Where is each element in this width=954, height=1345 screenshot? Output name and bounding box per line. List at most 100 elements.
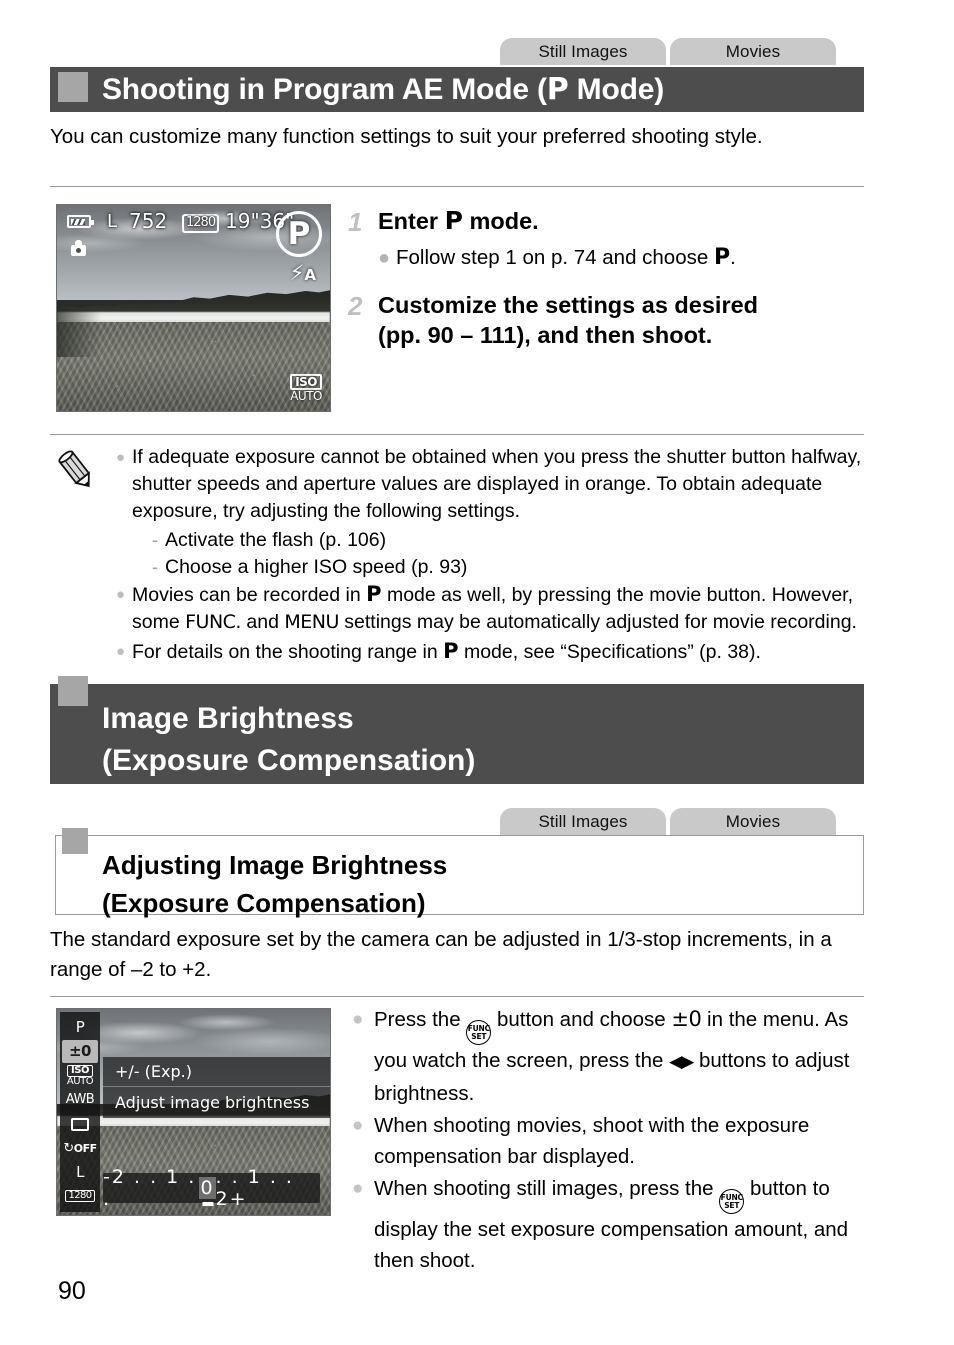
func-set-button-icon: FUNC SET xyxy=(466,1020,492,1045)
camera-icon xyxy=(71,240,86,256)
func-item-white-balance[interactable]: AWB xyxy=(62,1088,98,1111)
tab-movies[interactable]: Movies xyxy=(670,808,836,835)
title-prefix: Shooting in Program AE Mode ( xyxy=(102,73,547,106)
func-item-movie-quality[interactable]: 1280 xyxy=(62,1185,98,1208)
p-mode-symbol: P xyxy=(443,639,459,663)
func-item-label: P xyxy=(75,1018,85,1036)
manual-page: Still Images Movies Shooting in Program … xyxy=(0,0,954,1345)
func-item-image-size[interactable]: L xyxy=(62,1161,98,1184)
note-bullet-icon: ● xyxy=(116,586,126,603)
divider-1 xyxy=(50,186,864,187)
p-mode-symbol: P xyxy=(444,206,463,235)
note-block: ● If adequate exposure cannot be obtaine… xyxy=(54,444,866,668)
lcd-left-trees xyxy=(57,308,101,358)
tab-label: Still Images xyxy=(538,41,628,61)
p-mode-symbol: P xyxy=(366,582,382,606)
func-item-mode[interactable]: P xyxy=(62,1016,98,1039)
lcd-flash-auto-letter: A xyxy=(304,266,316,284)
subsection-marker-square xyxy=(62,828,88,854)
func-set-button-icon: FUNC SET xyxy=(719,1189,745,1214)
func-tooltip-desc: Adjust image brightness xyxy=(115,1093,310,1112)
lcd-iso-indicator: ISO AUTO xyxy=(290,373,322,404)
step-list: 1 Enter P mode. ● Follow step 1 on p. 74… xyxy=(348,206,864,350)
camera-lcd-screenshot-program-mode: L 752 1280 19"36" P ⚡A ISO AUTO xyxy=(56,204,331,412)
exposure-compensation-bar[interactable]: -2 . . 1 . .0. . 1 . . 2+ xyxy=(103,1166,320,1210)
title-marker-square xyxy=(58,71,88,102)
tab-label: Movies xyxy=(725,41,781,61)
subsection-line-1: Adjusting Image Brightness xyxy=(102,850,448,880)
section1-tab-row: Still Images Movies xyxy=(500,38,836,65)
step-title-line1: Customize the settings as desired xyxy=(378,291,759,318)
func-tooltip: +/- (Exp.) Adjust image brightness xyxy=(103,1057,330,1118)
detail-post: . xyxy=(730,245,736,269)
title-suffix: Mode) xyxy=(568,73,665,106)
instruction-text-a: When shooting still images, press the xyxy=(374,1177,720,1200)
bullet-dot-icon: ● xyxy=(378,246,391,269)
tab-still-images[interactable]: Still Images xyxy=(500,38,666,65)
note-item-2: ● Movies can be recorded in P mode as we… xyxy=(116,581,866,636)
step-title: Enter P mode. xyxy=(378,206,539,239)
lcd-image-quality: L xyxy=(107,211,118,232)
step-1: 1 Enter P mode. xyxy=(348,206,864,239)
bullet-dot-icon: ● xyxy=(352,1178,364,1199)
tab-movies[interactable]: Movies xyxy=(670,38,836,65)
section2-banner-text: Image Brightness (Exposure Compensation) xyxy=(102,698,475,782)
chapter-title-bar: Shooting in Program AE Mode (P Mode) xyxy=(50,67,864,112)
lcd-shots-remaining: 752 xyxy=(129,209,168,233)
section2-banner: Image Brightness (Exposure Compensation) xyxy=(50,676,864,784)
note-item-2-text: Movies can be recorded in P mode as well… xyxy=(132,581,866,636)
bullet-dot-icon: ● xyxy=(352,1009,364,1030)
func-item-label: OFF xyxy=(73,1141,97,1155)
step-1-detail: ● Follow step 1 on p. 74 and choose P. xyxy=(378,244,864,272)
pencil-icon xyxy=(58,450,91,488)
lcd-mode-symbol: P xyxy=(276,211,322,257)
divider-2 xyxy=(50,434,864,435)
battery-icon xyxy=(67,215,94,228)
step-number: 1 xyxy=(348,207,363,237)
func-item-drive-mode[interactable] xyxy=(62,1113,98,1136)
func-item-self-timer[interactable]: ↻ OFF xyxy=(62,1137,98,1160)
func-label: FUNC. xyxy=(185,611,241,633)
note-item-1-text: If adequate exposure cannot be obtained … xyxy=(132,446,862,522)
tab-label: Still Images xyxy=(538,811,628,831)
section1-intro: You can customize many function settings… xyxy=(50,125,763,148)
note-item-3-text: For details on the shooting range in P m… xyxy=(132,638,866,666)
step-title-pre: Enter xyxy=(378,208,445,234)
instruction-3-text: When shooting still images, press the FU… xyxy=(374,1173,857,1276)
func-item-exposure[interactable]: ±0 xyxy=(62,1040,98,1064)
func-item-label: ±0 xyxy=(68,1042,92,1061)
lcd-flash-mode: ⚡A xyxy=(289,261,316,285)
note-text-d: settings may be automatically adjusted f… xyxy=(338,611,857,633)
page-title: Shooting in Program AE Mode (P Mode) xyxy=(102,72,664,107)
instruction-2: ● When shooting movies, shoot with the e… xyxy=(352,1110,857,1172)
page-number: 90 xyxy=(58,1277,86,1305)
lcd-movie-quality: 1280 xyxy=(182,214,220,233)
single-shot-icon xyxy=(71,1117,89,1131)
tab-label: Movies xyxy=(725,811,781,831)
note-item-1: ● If adequate exposure cannot be obtaine… xyxy=(116,444,866,525)
banner-line-1: Image Brightness xyxy=(102,702,354,735)
note-subitem-2-text: Choose a higher ISO speed (p. 93) xyxy=(165,556,468,578)
func-iso-value: AUTO xyxy=(66,1075,94,1087)
step-number: 2 xyxy=(348,290,363,321)
note-list: ● If adequate exposure cannot be obtaine… xyxy=(116,444,866,666)
subsection-header-text: Adjusting Image Brightness (Exposure Com… xyxy=(102,846,447,922)
instruction-list: ● Press the FUNC SET button and choose ±0… xyxy=(352,1004,857,1277)
func-icon-bottom: SET xyxy=(471,1031,487,1041)
note-text-a: Movies can be recorded in xyxy=(132,584,367,606)
func-menu-column[interactable]: P ±0 ISO AUTO AWB ↻ OFF L 1280 xyxy=(60,1012,100,1212)
note-subitem-1: - Activate the flash (p. 106) xyxy=(152,527,866,554)
instruction-1: ● Press the FUNC SET button and choose ±0… xyxy=(352,1004,857,1109)
func-item-iso[interactable]: ISO AUTO xyxy=(62,1064,98,1087)
func-item-label: L xyxy=(76,1162,84,1181)
camera-lcd-screenshot-func-menu: P ±0 ISO AUTO AWB ↻ OFF L 1280 +/- (Exp.)… xyxy=(56,1008,331,1216)
divider-3 xyxy=(50,996,864,997)
func-icon-bottom: SET xyxy=(724,1200,740,1210)
step-title-line2: (pp. 90 – 111), and then shoot. xyxy=(378,321,713,348)
section2-tab-row: Still Images Movies xyxy=(500,808,836,835)
tab-still-images[interactable]: Still Images xyxy=(500,808,666,835)
func-item-label: AWB xyxy=(65,1092,95,1108)
note-subitem-2: - Choose a higher ISO speed (p. 93) xyxy=(152,554,866,581)
lcd-iso-value: AUTO xyxy=(290,389,322,404)
step-2: 2 Customize the settings as desired (pp.… xyxy=(348,290,864,350)
